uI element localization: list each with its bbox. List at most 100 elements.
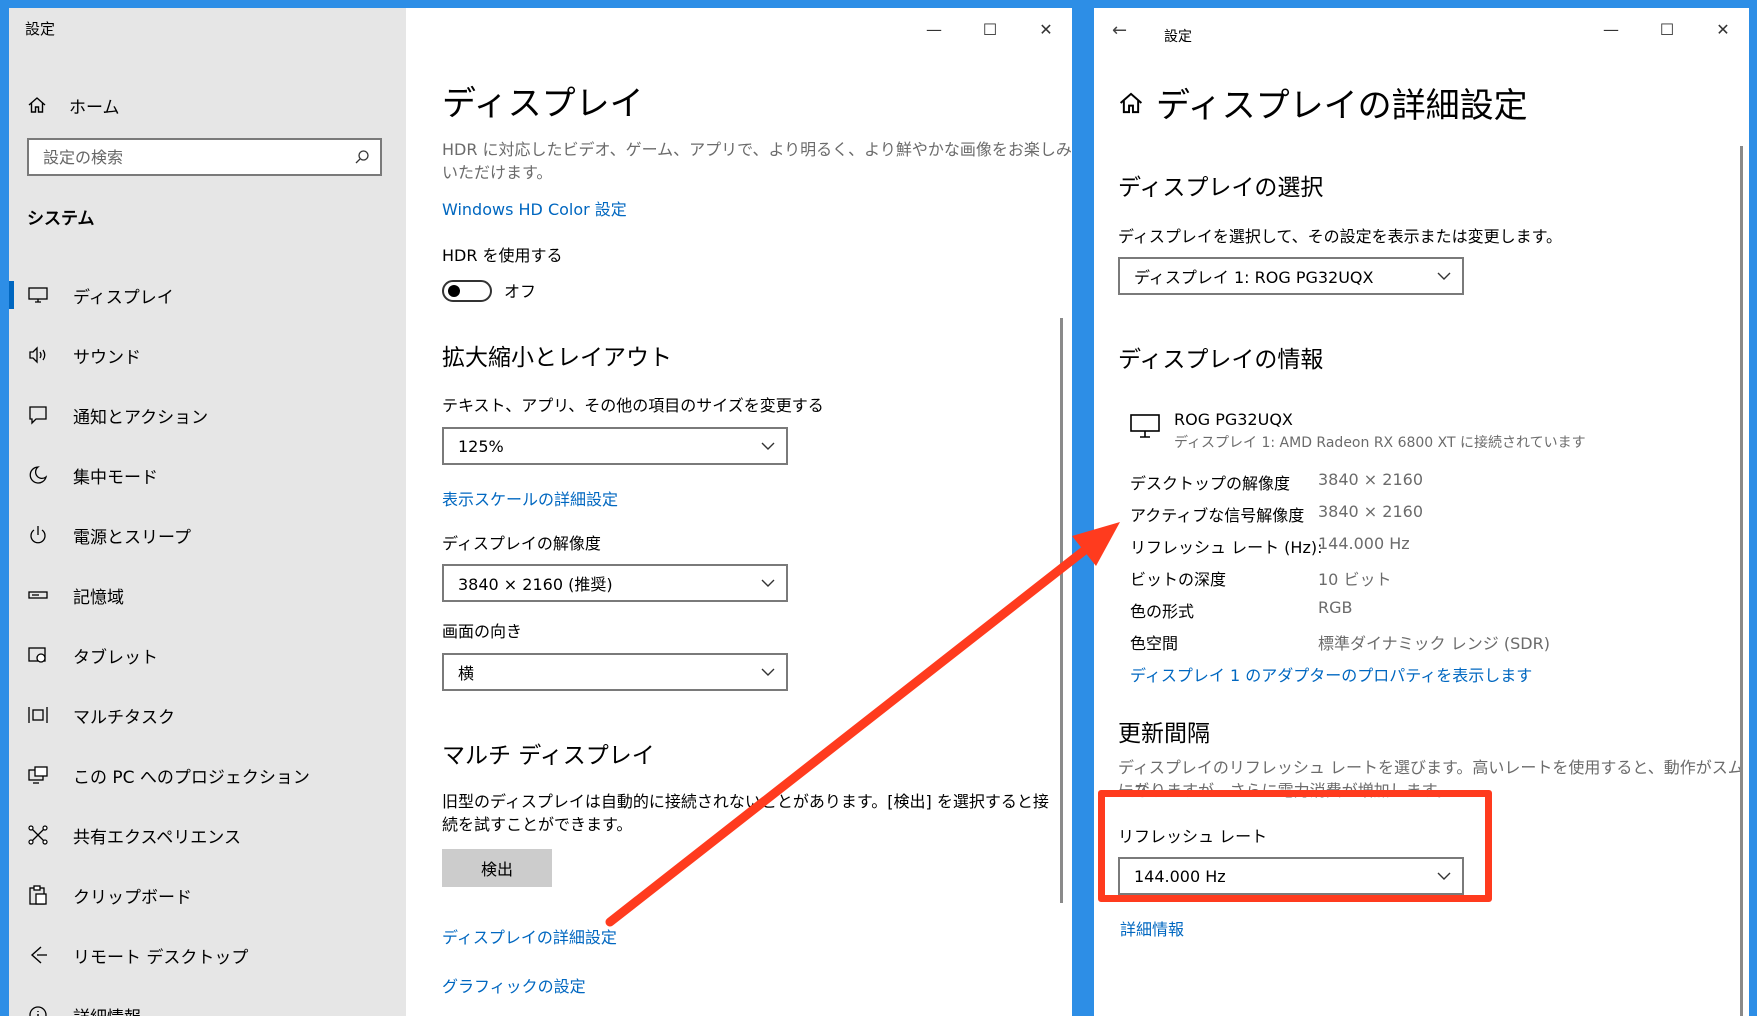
display-select-heading: ディスプレイの選択 [1118, 175, 1324, 201]
scrollbar[interactable] [1060, 318, 1063, 903]
window-controls: — ☐ ✕ [1603, 20, 1731, 39]
orientation-dropdown-value: 横 [458, 664, 475, 683]
sidebar-item-remote-desktop[interactable]: リモート デスクトップ [9, 925, 406, 985]
sidebar-item-label: 通知とアクション [73, 407, 209, 428]
chevron-down-icon [761, 579, 775, 587]
home-icon [1119, 92, 1143, 114]
sidebar-item-tablet[interactable]: タブレット [9, 625, 406, 685]
sidebar-item-label: 共有エクスペリエンス [73, 827, 241, 848]
search-icon [355, 150, 369, 164]
remote-desktop-icon [30, 946, 47, 964]
advanced-scaling-link[interactable]: 表示スケールの詳細設定 [442, 486, 618, 510]
hdr-description-line1: HDR に対応したビデオ、ゲーム、アプリで、より明るく、より鮮やかな画像をお楽し… [442, 140, 1072, 159]
window-title: 設定 [1164, 29, 1192, 45]
hdr-description-line2: いただけます。 [442, 163, 553, 182]
sidebar-item-focus[interactable]: 集中モード [9, 445, 406, 505]
sidebar-item-clipboard[interactable]: クリップボード [9, 865, 406, 925]
display-settings-content: — ☐ ✕ ディスプレイ HDR に対応したビデオ、ゲーム、アプリで、より明るく… [406, 8, 1072, 1016]
hdr-toggle-label: HDR を使用する [442, 246, 563, 265]
sidebar-item-label: ディスプレイ [73, 287, 174, 308]
window-controls: — ☐ ✕ [926, 20, 1054, 39]
info-label: リフレッシュ レート (Hz): [1130, 538, 1323, 557]
speaker-icon [29, 346, 46, 364]
sidebar-item-notifications[interactable]: 通知とアクション [9, 385, 406, 445]
info-icon [29, 1006, 47, 1016]
info-value: RGB [1318, 598, 1353, 617]
sidebar-item-storage[interactable]: 記憶域 [9, 565, 406, 625]
info-label: 色の形式 [1130, 602, 1195, 621]
info-value: 144.000 Hz [1318, 534, 1410, 553]
close-button[interactable]: ✕ [1038, 20, 1054, 39]
info-label: ビットの深度 [1130, 570, 1227, 589]
sidebar-item-sound[interactable]: サウンド [9, 325, 406, 385]
page-title: ディスプレイの詳細設定 [1156, 86, 1528, 126]
search-box[interactable] [27, 138, 382, 176]
resolution-label: ディスプレイの解像度 [442, 534, 601, 553]
sidebar-item-multitask[interactable]: マルチタスク [9, 685, 406, 745]
sidebar-item-label: 詳細情報 [73, 1003, 141, 1016]
adapter-properties-link[interactable]: ディスプレイ 1 のアダプターのプロパティを表示します [1130, 662, 1532, 686]
power-icon [30, 526, 46, 544]
settings-window-advanced-display: ← 設定 — ☐ ✕ ディスプレイの詳細設定 ディスプレイの選択 ディスプレイを… [1094, 8, 1749, 1016]
clipboard-icon [29, 885, 47, 905]
sidebar-item-label: 電源とスリープ [73, 527, 191, 548]
minimize-button[interactable]: — [926, 20, 942, 39]
hd-color-link[interactable]: Windows HD Color 設定 [442, 196, 627, 220]
sidebar-item-power[interactable]: 電源とスリープ [9, 505, 406, 565]
advanced-display-link[interactable]: ディスプレイの詳細設定 [442, 924, 617, 948]
hdr-toggle[interactable] [442, 280, 492, 302]
notification-icon [29, 406, 47, 425]
info-value: 標準ダイナミック レンジ (SDR) [1318, 634, 1550, 653]
sidebar: 設定 ホーム システム ディスプレイ サウンド 通知とアクション [9, 8, 406, 1016]
sidebar-item-label: リモート デスクトップ [73, 947, 249, 968]
sidebar-item-display[interactable]: ディスプレイ [9, 265, 406, 325]
details-link[interactable]: 詳細情報 [1120, 916, 1184, 940]
maximize-button[interactable]: ☐ [1659, 20, 1675, 39]
monitor-connection: ディスプレイ 1: AMD Radeon RX 6800 XT に接続されていま… [1174, 435, 1586, 451]
sidebar-item-label: タブレット [73, 647, 158, 668]
sidebar-section-system: システム [27, 209, 95, 229]
chevron-down-icon [761, 668, 775, 676]
display-select-dropdown[interactable]: ディスプレイ 1: ROG PG32UQX [1118, 257, 1464, 295]
search-input[interactable] [29, 140, 343, 174]
info-label: アクティブな信号解像度 [1130, 506, 1305, 525]
graphics-settings-link[interactable]: グラフィックの設定 [442, 973, 586, 997]
sidebar-home[interactable]: ホーム [27, 88, 120, 122]
info-value: 10 ビット [1318, 570, 1392, 589]
hdr-toggle-state: オフ [504, 282, 537, 301]
info-label: デスクトップの解像度 [1130, 474, 1291, 493]
orientation-dropdown[interactable]: 横 [442, 653, 788, 691]
scale-layout-heading: 拡大縮小とレイアウト [442, 345, 672, 371]
sidebar-item-projection[interactable]: この PC へのプロジェクション [9, 745, 406, 805]
sidebar-item-label: クリップボード [73, 887, 192, 908]
sidebar-item-about[interactable]: 詳細情報 [9, 985, 406, 1016]
scale-dropdown[interactable]: 125% [442, 427, 788, 465]
storage-icon [28, 591, 48, 599]
monitor-icon [28, 287, 48, 303]
back-button[interactable]: ← [1112, 20, 1127, 41]
sidebar-item-shared[interactable]: 共有エクスペリエンス [9, 805, 406, 865]
scrollbar[interactable] [1740, 146, 1743, 1016]
chevron-down-icon [1437, 272, 1451, 280]
monitor-name: ROG PG32UQX [1174, 410, 1293, 429]
multi-display-desc-line2: 続を試すことができます。 [442, 815, 633, 834]
tablet-icon [28, 647, 46, 663]
monitor-icon [1130, 414, 1160, 438]
info-value: 3840 × 2160 [1318, 470, 1424, 489]
sidebar-item-label: 記憶域 [73, 587, 124, 608]
scale-label: テキスト、アプリ、その他の項目のサイズを変更する [442, 396, 824, 415]
maximize-button[interactable]: ☐ [982, 20, 998, 39]
minimize-button[interactable]: — [1603, 20, 1619, 39]
close-button[interactable]: ✕ [1715, 20, 1731, 39]
multi-display-desc-line1: 旧型のディスプレイは自動的に接続されないことがあります。[検出] を選択すると接 [442, 792, 1049, 811]
info-label: 色空間 [1130, 634, 1179, 653]
detect-button[interactable]: 検出 [442, 849, 552, 887]
multi-display-heading: マルチ ディスプレイ [442, 743, 655, 769]
info-value: 3840 × 2160 [1318, 502, 1424, 521]
display-select-value: ディスプレイ 1: ROG PG32UQX [1134, 268, 1374, 287]
resolution-dropdown[interactable]: 3840 × 2160 (推奨) [442, 564, 788, 602]
refresh-rate-highlight-box [1098, 790, 1492, 902]
share-icon [28, 825, 48, 845]
sidebar-item-label: マルチタスク [73, 707, 175, 728]
sidebar-item-label: この PC へのプロジェクション [73, 767, 310, 788]
